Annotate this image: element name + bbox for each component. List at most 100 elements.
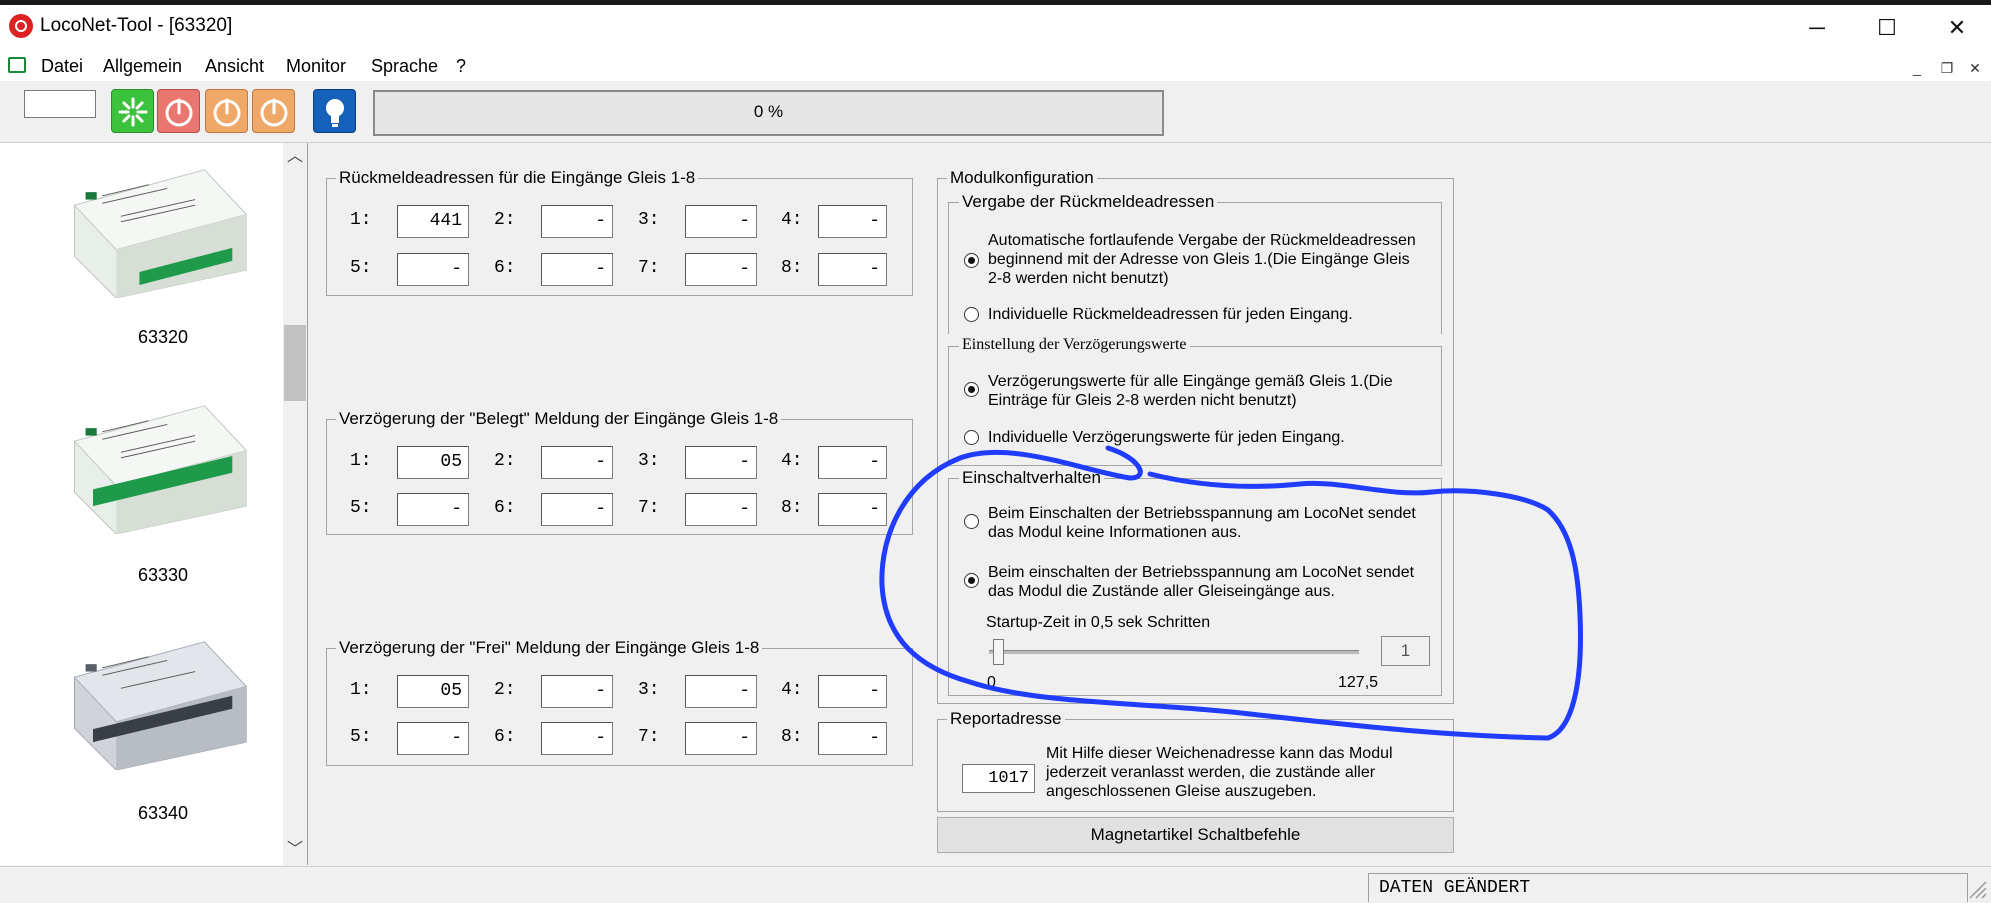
- vergabe-auto-text[interactable]: Automatische fortlaufende Vergabe der Rü…: [988, 231, 1416, 288]
- power-off-button[interactable]: [205, 89, 248, 133]
- stop-button[interactable]: [157, 89, 200, 133]
- scroll-thumb[interactable]: [284, 325, 306, 401]
- rueckmelde-field-8[interactable]: -: [818, 253, 887, 286]
- status-text: DATEN GEÄNDERT: [1368, 873, 1968, 902]
- belegt-field-7[interactable]: -: [685, 493, 757, 526]
- startup-slider-track[interactable]: [989, 650, 1359, 654]
- field-label: 6:: [494, 258, 516, 278]
- field-label: 1:: [350, 451, 372, 471]
- field-label: 8:: [781, 498, 803, 518]
- field-label: 1:: [350, 210, 372, 230]
- power-on-button[interactable]: [252, 89, 295, 133]
- resize-grip-icon[interactable]: [1966, 878, 1988, 900]
- module-list-scrollbar[interactable]: [283, 143, 307, 865]
- module-label[interactable]: 63340: [73, 803, 253, 824]
- scroll-down-icon[interactable]: ﹀: [283, 838, 307, 862]
- power-stop-icon: [165, 98, 193, 127]
- belegt-field-1[interactable]: 05: [397, 446, 469, 479]
- menu-sprache[interactable]: Sprache: [371, 56, 438, 77]
- belegt-field-5[interactable]: -: [397, 493, 469, 526]
- close-button[interactable]: ✕: [1934, 10, 1980, 46]
- menu-monitor[interactable]: Monitor: [286, 56, 346, 77]
- frei-title: Verzögerung der "Frei" Meldung der Eingä…: [336, 638, 763, 658]
- menu-datei[interactable]: Datei: [41, 56, 83, 77]
- field-label: 7:: [638, 727, 660, 747]
- belegt-field-8[interactable]: -: [818, 493, 887, 526]
- module-label[interactable]: 63330: [73, 565, 253, 586]
- vergabe-auto-radio[interactable]: [964, 253, 979, 268]
- report-address-input[interactable]: 1017: [962, 764, 1035, 793]
- maximize-button[interactable]: ☐: [1864, 10, 1910, 46]
- belegt-field-6[interactable]: -: [541, 493, 613, 526]
- slider-max-label: 127,5: [1338, 674, 1379, 691]
- vergabe-title: Vergabe der Rückmeldeadressen: [959, 192, 1218, 212]
- rueckmelde-field-7[interactable]: -: [685, 253, 757, 286]
- belegt-field-4[interactable]: -: [818, 446, 887, 479]
- field-label: 3:: [638, 451, 660, 471]
- vergabe-individual-radio[interactable]: [964, 307, 979, 322]
- rueckmelde-field-1[interactable]: 441: [397, 205, 469, 238]
- einschalt-all-radio[interactable]: [964, 573, 979, 588]
- menu-help[interactable]: ?: [456, 56, 466, 77]
- report-text: Mit Hilfe dieser Weichenadresse kann das…: [1046, 745, 1393, 800]
- einschalt-none-text[interactable]: Beim Einschalten der Betriebsspannung am…: [988, 504, 1416, 542]
- module-63340-image[interactable]: [58, 640, 258, 770]
- rueckmelde-field-3[interactable]: -: [685, 205, 757, 238]
- rueckmelde-field-2[interactable]: -: [541, 205, 613, 238]
- field-label: 2:: [494, 210, 516, 230]
- progress-text: 0 %: [753, 102, 784, 121]
- rueckmelde-title: Rückmeldeadressen für die Eingänge Gleis…: [336, 168, 699, 188]
- report-title: Reportadresse: [947, 709, 1065, 729]
- field-label: 7:: [638, 258, 660, 278]
- field-label: 8:: [781, 258, 803, 278]
- field-label: 6:: [494, 727, 516, 747]
- frei-field-5[interactable]: -: [397, 722, 469, 755]
- frei-field-3[interactable]: -: [685, 675, 757, 708]
- modulkonfig-title: Modulkonfiguration: [947, 168, 1097, 188]
- module-63320-image[interactable]: [58, 168, 258, 298]
- vergabe-individual-text[interactable]: Individuelle Rückmeldeadressen für jeden…: [988, 305, 1353, 324]
- startup-slider-thumb[interactable]: [993, 639, 1004, 665]
- field-label: 4:: [781, 680, 803, 700]
- magnetartikel-button[interactable]: Magnetartikel Schaltbefehle: [937, 817, 1454, 853]
- mdi-close-icon[interactable]: ✕: [1964, 58, 1986, 78]
- mdi-restore-icon[interactable]: ❐: [1936, 58, 1958, 78]
- verzoegerung-individual-radio[interactable]: [964, 430, 979, 445]
- frei-field-2[interactable]: -: [541, 675, 613, 708]
- module-label[interactable]: 63320: [73, 327, 253, 348]
- frei-field-8[interactable]: -: [818, 722, 887, 755]
- frei-field-6[interactable]: -: [541, 722, 613, 755]
- scroll-up-icon[interactable]: ︿: [283, 145, 307, 169]
- field-label: 2:: [494, 451, 516, 471]
- minimize-button[interactable]: ─: [1794, 10, 1840, 46]
- frei-field-1[interactable]: 05: [397, 675, 469, 708]
- rueckmelde-field-4[interactable]: -: [818, 205, 887, 238]
- slider-min-label: 0: [987, 674, 996, 691]
- belegt-title: Verzögerung der "Belegt" Meldung der Ein…: [336, 409, 782, 429]
- belegt-field-3[interactable]: -: [685, 446, 757, 479]
- frei-field-7[interactable]: -: [685, 722, 757, 755]
- frei-field-4[interactable]: -: [818, 675, 887, 708]
- app-icon: [9, 14, 33, 38]
- verzoegerung-all-radio[interactable]: [964, 382, 979, 397]
- address-input[interactable]: [24, 90, 96, 118]
- rueckmelde-field-6[interactable]: -: [541, 253, 613, 286]
- belegt-field-2[interactable]: -: [541, 446, 613, 479]
- menu-ansicht[interactable]: Ansicht: [205, 56, 264, 77]
- light-button[interactable]: [313, 89, 356, 133]
- startup-value-box: 1: [1381, 636, 1430, 666]
- verzoegerung-individual-text[interactable]: Individuelle Verzögerungswerte für jeden…: [988, 428, 1345, 447]
- verzoegerung-all-text[interactable]: Verzögerungswerte für alle Eingänge gemä…: [988, 372, 1393, 410]
- field-label: 4:: [781, 451, 803, 471]
- document-icon[interactable]: [8, 57, 26, 73]
- power-icon: [260, 98, 288, 127]
- einschalt-none-radio[interactable]: [964, 514, 979, 529]
- start-button[interactable]: [111, 89, 154, 133]
- field-label: 4:: [781, 210, 803, 230]
- rueckmelde-field-5[interactable]: -: [397, 253, 469, 286]
- menu-allgemein[interactable]: Allgemein: [103, 56, 182, 77]
- mdi-minimize-icon[interactable]: _: [1906, 58, 1928, 78]
- field-label: 3:: [638, 680, 660, 700]
- einschalt-all-text[interactable]: Beim einschalten der Betriebsspannung am…: [988, 563, 1414, 601]
- module-63330-image[interactable]: [58, 404, 258, 534]
